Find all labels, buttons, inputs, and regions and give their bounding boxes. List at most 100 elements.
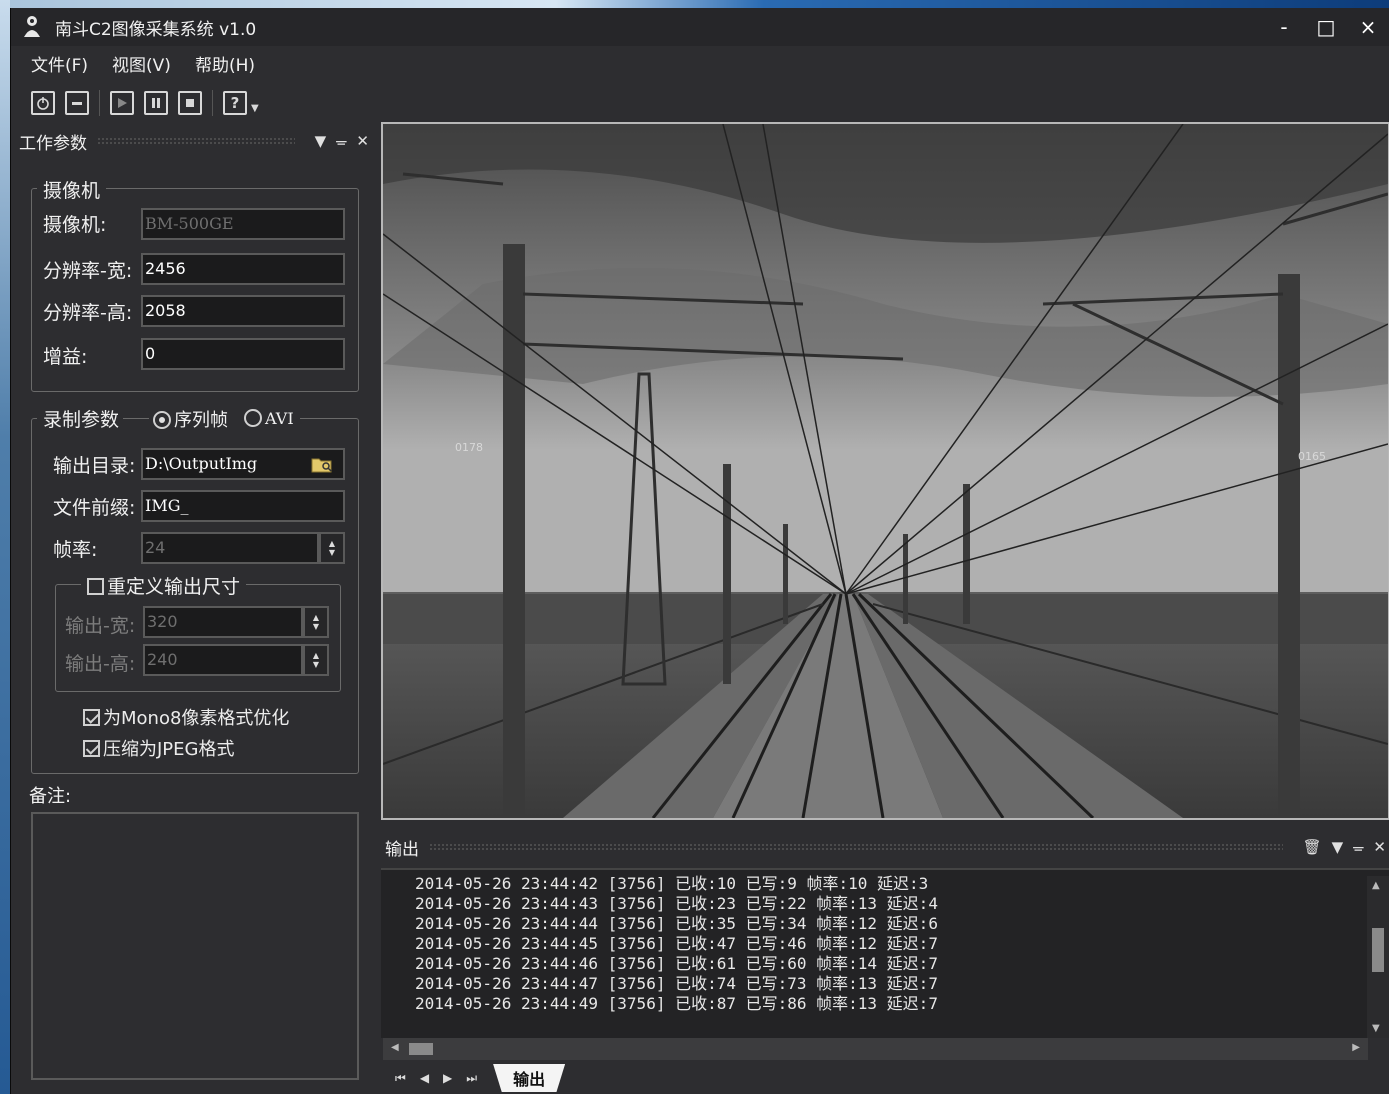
mono8-option[interactable]: 为Mono8像素格式优化 [83,704,289,730]
fps-field[interactable]: 24 [141,532,319,564]
horizontal-scrollbar[interactable]: ◀ ▶ [383,1038,1368,1060]
resolution-height-field[interactable]: 2058 [141,295,345,327]
scroll-right-icon[interactable]: ▶ [1352,1042,1360,1053]
output-tab-bar: ⏮ ◀ ▶ ⏭ 输出 [381,1064,1389,1092]
output-width-field[interactable]: 320 [143,606,303,638]
mono8-checkbox[interactable] [83,709,100,726]
browse-folder-icon[interactable] [311,454,333,474]
spin-up-icon[interactable]: ▲ [313,651,319,660]
output-width-label: 输出-宽: [65,615,136,637]
hscroll-thumb[interactable] [409,1043,433,1055]
output-height-label: 输出-高: [65,653,136,675]
radio-sequence-label: 序列帧 [174,409,229,431]
prev-tab-icon[interactable]: ◀ [420,1071,429,1085]
record-group-header: 录制参数 序列帧 AVI [37,405,300,432]
app-logo-icon [19,14,45,40]
camera-model-field: BM-500GE [141,208,345,240]
log-line: 2014-05-26 23:44:49 [3756] 已收:87 已写:86 帧… [415,994,938,1013]
output-log[interactable]: 2014-05-26 23:44:42 [3756] 已收:10 已写:9 帧率… [381,868,1389,1038]
spin-down-icon[interactable]: ▼ [329,548,335,557]
notes-label: 备注: [29,786,72,807]
camera-label: 摄像机: [43,214,107,236]
connect-button[interactable] [31,91,55,115]
log-line: 2014-05-26 23:44:43 [3756] 已收:23 已写:22 帧… [415,894,938,913]
next-tab-icon[interactable]: ▶ [443,1071,452,1085]
help-button[interactable]: ? [223,91,247,115]
minimize-button[interactable]: - [1263,8,1305,46]
dropdown-icon[interactable]: ▼ [1332,838,1344,856]
jpeg-option[interactable]: 压缩为JPEG格式 [83,735,234,761]
params-panel-header: 工作参数 ▼ ᚚ ✕ [19,128,369,154]
play-button[interactable] [110,91,134,115]
fps-spinner[interactable]: ▲ ▼ [319,532,345,564]
stop-button[interactable] [178,91,202,115]
notes-textarea[interactable] [31,812,359,1080]
panel-grip [429,843,1283,851]
spin-up-icon[interactable]: ▲ [313,613,319,622]
pause-button[interactable] [144,91,168,115]
maximize-icon: □ [1316,15,1336,39]
toolbar: ? ▼ [11,86,1389,120]
radio-avi[interactable]: AVI [244,409,294,428]
last-tab-icon[interactable]: ⏭ [466,1071,477,1086]
log-line: 2014-05-26 23:44:44 [3756] 已收:35 已写:34 帧… [415,914,938,933]
gain-field[interactable]: 0 [141,338,345,370]
scroll-left-icon[interactable]: ◀ [391,1042,399,1053]
resolution-width-field[interactable]: 2456 [141,253,345,285]
mono8-label: 为Mono8像素格式优化 [103,708,290,729]
help-icon: ? [230,94,240,112]
resize-checkbox[interactable] [87,578,104,595]
camera-image-view: 0178 0165 [381,122,1389,820]
spin-down-icon[interactable]: ▼ [313,660,319,669]
group-divider [123,418,150,419]
menu-file[interactable]: 文件(F) [31,51,88,76]
resize-checkbox-label: 重定义输出尺寸 [107,576,241,598]
jpeg-label: 压缩为JPEG格式 [103,739,235,760]
scroll-down-icon[interactable]: ▼ [1372,1023,1380,1034]
minimize-icon: - [1280,15,1288,39]
maximize-button[interactable]: □ [1305,8,1347,46]
scroll-thumb[interactable] [1372,928,1384,972]
menu-view[interactable]: 视图(V) [112,51,171,76]
toolbar-separator [212,90,213,116]
close-button[interactable]: × [1347,8,1389,46]
radio-sequence[interactable]: 序列帧 [153,406,228,432]
pause-icon [152,98,160,108]
close-panel-icon[interactable]: ✕ [356,132,369,150]
disconnect-button[interactable] [65,91,89,115]
dropdown-icon[interactable]: ▼ [315,132,327,150]
radio-sequence-indicator [153,410,172,429]
output-panel-header: 输出 🗑 ▼ ᚚ ✕ [385,834,1386,860]
fps-label: 帧率: [53,539,98,561]
file-prefix-field[interactable]: IMG_ [141,490,345,522]
file-prefix-label: 文件前缀: [53,497,136,519]
resize-group-header[interactable]: 重定义输出尺寸 [81,572,247,599]
tab-output[interactable]: 输出 [493,1064,566,1092]
close-icon: × [1359,15,1377,39]
minus-icon [72,102,82,105]
output-width-spinner[interactable]: ▲ ▼ [303,606,329,638]
railway-scene-image: 0178 0165 [383,124,1388,818]
output-height-field[interactable]: 240 [143,644,303,676]
play-icon [118,98,127,108]
gain-label: 增益: [43,346,88,368]
output-height-spinner[interactable]: ▲ ▼ [303,644,329,676]
log-line: 2014-05-26 23:44:42 [3756] 已收:10 已写:9 帧率… [415,874,929,893]
first-tab-icon[interactable]: ⏮ [395,1071,406,1086]
camera-group-title: 摄像机 [37,176,107,203]
menu-help[interactable]: 帮助(H) [195,51,255,76]
window-title: 南斗C2图像采集系统 v1.0 [55,19,257,40]
pole-label-right: 0165 [1298,450,1326,463]
pin-icon[interactable]: ᚚ [1353,838,1363,856]
spin-up-icon[interactable]: ▲ [329,539,335,548]
pin-icon[interactable]: ᚚ [336,132,346,150]
scroll-up-icon[interactable]: ▲ [1372,880,1380,891]
spin-down-icon[interactable]: ▼ [313,622,319,631]
jpeg-checkbox[interactable] [83,740,100,757]
app-window: 南斗C2图像采集系统 v1.0 - □ × 文件(F) 视图(V) 帮助(H) [10,8,1389,1094]
trash-icon[interactable]: 🗑 [1303,838,1322,856]
radio-avi-indicator [244,409,263,427]
vertical-scrollbar[interactable]: ▲ ▼ [1367,876,1389,1038]
close-panel-icon[interactable]: ✕ [1373,838,1386,856]
help-dropdown-icon[interactable]: ▼ [251,103,259,114]
